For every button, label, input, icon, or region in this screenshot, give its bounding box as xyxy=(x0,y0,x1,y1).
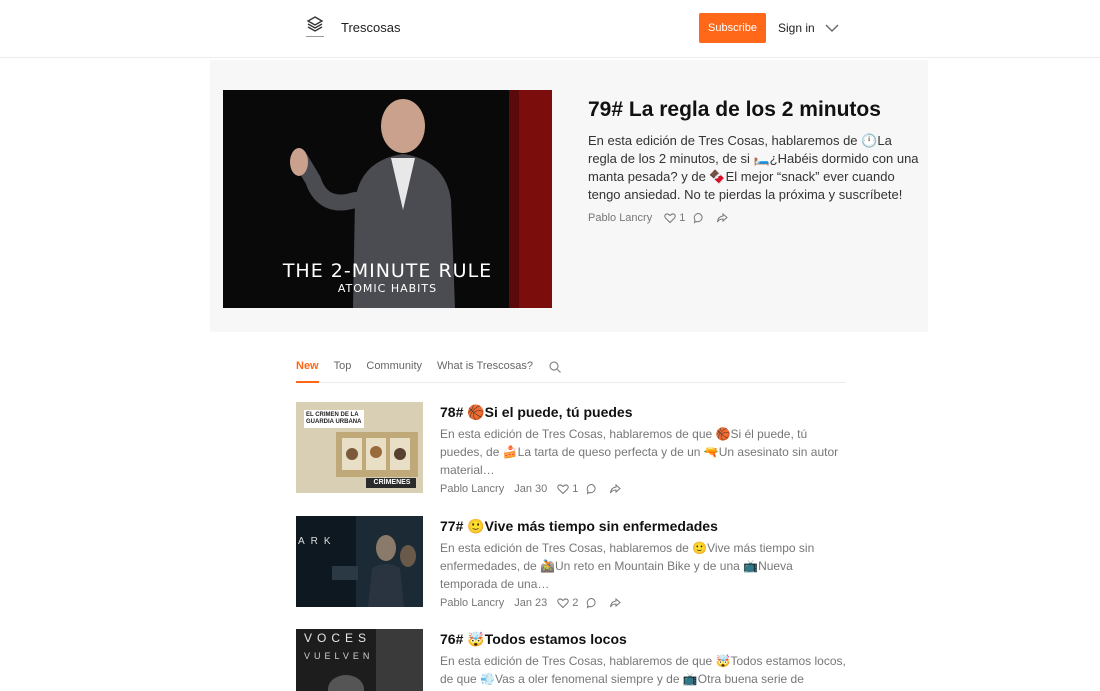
like-count: 2 xyxy=(572,597,579,609)
image-caption-title: THE 2-MINUTE RULE xyxy=(282,260,493,282)
post-item[interactable]: EL CRIMEN DE LA GUARDIA URBANA CRÍMENES … xyxy=(296,402,856,502)
share-icon xyxy=(717,212,729,223)
chevron-down-icon[interactable] xyxy=(824,20,840,36)
like-count: 1 xyxy=(679,212,686,224)
comment-icon xyxy=(587,484,596,495)
tab-about[interactable]: What is Trescosas? xyxy=(437,359,533,383)
heart-icon xyxy=(557,598,569,609)
tab-new[interactable]: New xyxy=(296,359,319,383)
post-thumbnail[interactable]: VOCES VUELVEN xyxy=(296,629,423,691)
featured-post-meta: Pablo Lancry 1 xyxy=(588,212,739,224)
post-title[interactable]: 78# 🏀Si el puede, tú puedes xyxy=(440,404,633,421)
comment-button[interactable] xyxy=(586,483,601,495)
author-name[interactable]: Pablo Lancry xyxy=(440,597,504,609)
post-item[interactable]: VOCES VUELVEN 76# 🤯Todos estamos locos E… xyxy=(296,629,856,691)
thumbnail-title: VOCES xyxy=(304,631,372,645)
image-caption-subtitle: ATOMIC HABITS xyxy=(337,282,438,295)
post-title[interactable]: 77# 🙂Vive más tiempo sin enfermedades xyxy=(440,518,718,535)
like-count: 1 xyxy=(572,483,579,495)
site-logo[interactable] xyxy=(300,14,330,40)
post-meta: Pablo Lancry Jan 23 2 xyxy=(440,597,632,609)
post-description: En esta edición de Tres Cosas, hablaremo… xyxy=(440,541,815,591)
post-meta: Pablo Lancry Jan 30 1 xyxy=(440,483,632,495)
comment-button[interactable] xyxy=(693,212,708,224)
heart-icon xyxy=(664,213,676,224)
post-date: Jan 23 xyxy=(514,597,548,609)
share-button[interactable] xyxy=(609,483,624,495)
thumbnail-title: ARK xyxy=(298,536,337,547)
comment-button[interactable] xyxy=(586,597,601,609)
search-icon[interactable] xyxy=(548,360,562,374)
post-thumbnail[interactable]: ARK xyxy=(296,516,423,607)
author-name[interactable]: Pablo Lancry xyxy=(588,212,652,224)
subscribe-button[interactable]: Subscribe xyxy=(699,13,766,43)
post-description: En esta edición de Tres Cosas, hablaremo… xyxy=(440,654,846,686)
post-tabs: New Top Community What is Trescosas? xyxy=(296,359,846,383)
share-button[interactable] xyxy=(716,212,731,224)
tab-top[interactable]: Top xyxy=(334,359,352,383)
sign-in-link[interactable]: Sign in xyxy=(778,21,815,35)
share-icon xyxy=(610,483,622,494)
share-button[interactable] xyxy=(609,597,624,609)
like-button[interactable]: 1 xyxy=(664,212,685,224)
post-item[interactable]: ARK 77# 🙂Vive más tiempo sin enfermedade… xyxy=(296,516,856,616)
featured-post[interactable]: THE 2-MINUTE RULE ATOMIC HABITS 79# La r… xyxy=(210,60,928,332)
featured-post-image[interactable]: THE 2-MINUTE RULE ATOMIC HABITS xyxy=(223,90,552,308)
thumbnail-subtitle: CRÍMENES xyxy=(373,479,411,486)
post-title[interactable]: 76# 🤯Todos estamos locos xyxy=(440,631,627,648)
like-button[interactable]: 2 xyxy=(557,597,578,609)
comment-icon xyxy=(587,598,596,609)
featured-post-description: En esta edición de Tres Cosas, hablaremo… xyxy=(588,133,919,202)
post-date: Jan 30 xyxy=(514,483,548,495)
like-button[interactable]: 1 xyxy=(557,483,578,495)
post-thumbnail[interactable]: EL CRIMEN DE LA GUARDIA URBANA CRÍMENES xyxy=(296,402,423,493)
tab-community[interactable]: Community xyxy=(366,359,422,383)
site-name[interactable]: Trescosas xyxy=(341,20,400,35)
post-description: En esta edición de Tres Cosas, hablaremo… xyxy=(440,427,839,477)
featured-post-title[interactable]: 79# La regla de los 2 minutos xyxy=(588,98,918,122)
comment-icon xyxy=(694,213,703,224)
thumbnail-title: EL CRIMEN DE LA GUARDIA URBANA xyxy=(304,410,364,428)
share-icon xyxy=(610,597,622,608)
top-bar: Trescosas Subscribe Sign in xyxy=(0,0,1100,58)
thumbnail-subtitle: VUELVEN xyxy=(304,651,374,661)
author-name[interactable]: Pablo Lancry xyxy=(440,483,504,495)
heart-icon xyxy=(557,484,569,495)
